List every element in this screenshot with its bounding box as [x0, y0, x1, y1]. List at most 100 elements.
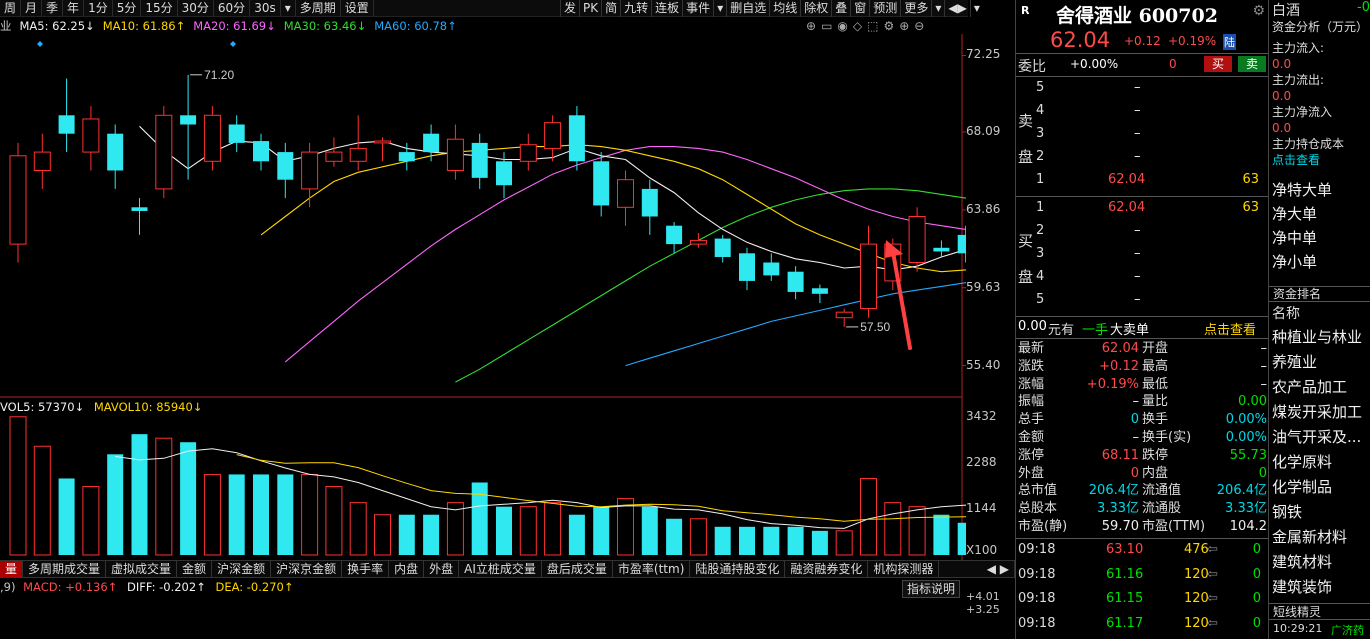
candle-body-15	[374, 140, 391, 144]
chart-tool-icon-3[interactable]: ◇	[853, 18, 862, 34]
period-button-9[interactable]: 30s	[250, 0, 281, 16]
option-button-14[interactable]: ▾	[931, 0, 944, 17]
stats-value: 0.00%	[1225, 412, 1267, 428]
option-button-6[interactable]: ▾	[713, 0, 726, 17]
candle-body-19	[471, 142, 488, 178]
weibi-value: +0.00%	[1070, 57, 1119, 71]
option-button-9[interactable]: 除权	[800, 0, 831, 17]
period-button-6[interactable]: 15分	[141, 0, 178, 16]
option-button-10[interactable]: 叠	[831, 0, 850, 17]
indicator-tab-7[interactable]: 内盘	[389, 560, 425, 578]
indicator-help-button[interactable]: 指标说明	[902, 580, 961, 598]
option-button-1[interactable]: PK	[579, 0, 601, 17]
ask-level: 1	[1036, 172, 1045, 187]
option-button-3[interactable]: 九转	[620, 0, 651, 17]
kline-chart[interactable]: 71.20 57.50	[0, 34, 966, 560]
candle-body-17	[423, 133, 440, 153]
rank-header: 名称	[1272, 306, 1300, 322]
period-button-10[interactable]: ▾	[281, 0, 296, 16]
chart-tool-icon-0[interactable]: ⊕	[806, 18, 816, 34]
option-button-2[interactable]: 简	[601, 0, 620, 17]
bid-level: 3	[1036, 246, 1045, 261]
chart-tool-icon-6[interactable]: ⊕	[899, 18, 909, 34]
period-button-0[interactable]: 周	[0, 0, 22, 16]
period-button-8[interactable]: 60分	[214, 0, 251, 16]
stats-row-1: 涨跌 +0.12 最高 –	[1016, 358, 1269, 376]
option-button-7[interactable]: 删自选	[726, 0, 769, 17]
chart-tool-icon-5[interactable]: ⚙	[883, 18, 894, 34]
rank-item-8[interactable]: 金属新材料	[1272, 525, 1370, 550]
rank-item-3[interactable]: 煤炭开采加工	[1272, 400, 1370, 425]
rank-item-10[interactable]: 建筑装饰	[1272, 575, 1370, 600]
indicator-tab-12[interactable]: 陆股通持股变化	[690, 560, 786, 578]
period-button-1[interactable]: 月	[21, 0, 43, 16]
indicator-tab-4[interactable]: 沪深金额	[212, 560, 272, 578]
ask-side-label-0: 卖	[1018, 112, 1034, 130]
indicator-tab-2[interactable]: 虚拟成交量	[106, 560, 178, 578]
rank-item-2[interactable]: 农产品加工	[1272, 375, 1370, 400]
fund-item-label-2: 主力净流入	[1272, 105, 1333, 119]
candle-body-32	[787, 271, 804, 292]
stats-value: 0	[1130, 412, 1139, 428]
chart-tool-icon-7[interactable]: ⊖	[914, 18, 924, 34]
rank-item-6[interactable]: 化学制品	[1272, 475, 1370, 500]
indicator-tab-13[interactable]: 融资融券变化	[785, 560, 869, 578]
rank-item-5[interactable]: 化学原料	[1272, 450, 1370, 475]
rank-item-1[interactable]: 养殖业	[1272, 350, 1370, 375]
rank-item-7[interactable]: 钢铁	[1272, 500, 1370, 525]
option-button-13[interactable]: 更多	[900, 0, 931, 17]
indicator-tab-1[interactable]: 多周期成交量	[23, 560, 107, 578]
stats-label: 最高	[1142, 358, 1169, 374]
chart-tool-icon-2[interactable]: ◉	[837, 18, 847, 34]
period-button-4[interactable]: 1分	[84, 0, 113, 16]
option-button-16[interactable]: ▾	[969, 0, 983, 17]
indicator-tab-14[interactable]: 机构探测器	[868, 560, 940, 578]
high-label: 71.20	[204, 68, 234, 82]
volume-bar-8	[203, 473, 221, 556]
candle-body-29	[714, 238, 731, 257]
period-button-7[interactable]: 30分	[178, 0, 214, 16]
sell-button[interactable]: 卖	[1238, 56, 1266, 72]
option-button-11[interactable]: 窗	[850, 0, 869, 17]
weibi-label: 委比	[1018, 59, 1046, 75]
indicator-tab-10[interactable]: 盘后成交量	[542, 560, 613, 578]
tab-scroll-button[interactable]: ◀ ▶	[982, 560, 1015, 578]
chart-tool-icon-1[interactable]: ▭	[821, 18, 832, 34]
period-button-5[interactable]: 5分	[113, 0, 142, 16]
tick-row-2: 09:18 61.15 120 ⇦ 0	[1016, 591, 1269, 611]
period-button-2[interactable]: 季	[42, 0, 64, 16]
indicator-tab-9[interactable]: AI立桩成交量	[459, 560, 542, 578]
volume-bar-21	[519, 506, 537, 556]
period-button-12[interactable]: 设置	[341, 0, 374, 16]
option-button-4[interactable]: 连板	[651, 0, 682, 17]
stats-value: +0.12	[1099, 358, 1139, 374]
indicator-tab-5[interactable]: 沪深京金额	[271, 560, 343, 578]
option-button-12[interactable]: 预测	[869, 0, 900, 17]
indicator-tab-8[interactable]: 外盘	[424, 560, 460, 578]
indicator-tab-6[interactable]: 换手率	[342, 560, 390, 578]
buy-button[interactable]: 买	[1204, 56, 1232, 72]
settings-icon[interactable]: ⚙	[1252, 3, 1265, 19]
stats-label: 流通股	[1142, 501, 1182, 517]
period-button-11[interactable]: 多周期	[296, 0, 341, 16]
rank-item-0[interactable]: 种植业与林业	[1272, 325, 1370, 350]
indicator-tab-3[interactable]: 金额	[177, 560, 213, 578]
fund-item-value-3[interactable]: 点击查看	[1272, 152, 1370, 168]
big-order-link[interactable]: 点击查看	[1204, 319, 1256, 338]
tick-arrow-icon: ⇦	[1207, 542, 1218, 557]
option-button-15[interactable]: ◀▶	[944, 0, 969, 17]
option-button-0[interactable]: 发	[560, 0, 579, 17]
period-button-3[interactable]: 年	[63, 0, 85, 16]
indicator-tab-11[interactable]: 市盈率(ttm)	[613, 560, 691, 578]
chart-tool-icon-4[interactable]: ⬚	[867, 18, 878, 34]
rank-item-9[interactable]: 建筑材料	[1272, 550, 1370, 575]
option-button-5[interactable]: 事件	[682, 0, 713, 17]
bid-book: 1 62.04 63 2–3–4–5– 买盘	[1016, 198, 1269, 314]
tick-time: 09:18	[1018, 591, 1056, 606]
candle-body-16	[398, 152, 415, 162]
indicator-tab-0[interactable]: 量	[0, 560, 24, 578]
stats-value: –	[1132, 394, 1140, 410]
rank-item-4[interactable]: 油气开采及...	[1272, 425, 1370, 450]
candle-body-12	[301, 151, 319, 190]
option-button-8[interactable]: 均线	[769, 0, 800, 17]
